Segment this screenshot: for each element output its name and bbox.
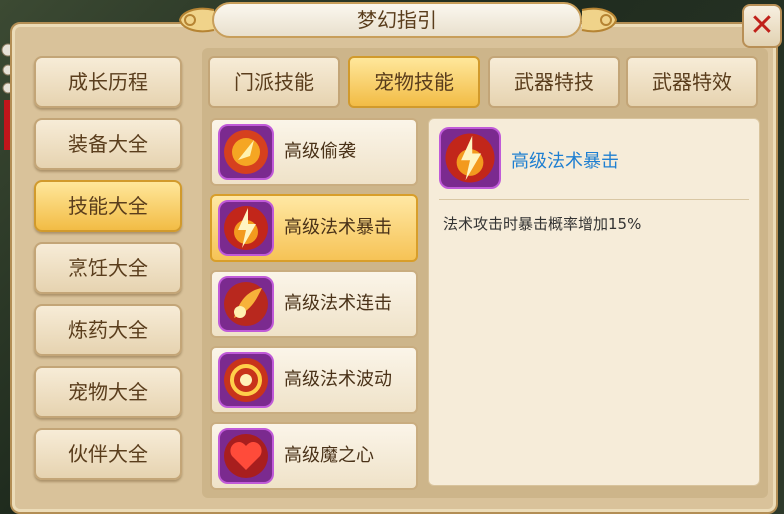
sidebar-item-skills[interactable]: 技能大全 <box>34 180 182 232</box>
sidebar-item-pets[interactable]: 宠物大全 <box>34 366 182 418</box>
divider <box>439 199 749 200</box>
spell-crit-icon <box>218 200 274 256</box>
skill-detail-panel: 高级法术暴击 法术攻击时暴击概率增加15% <box>428 118 760 486</box>
skill-name: 高级法术波动 <box>284 369 392 390</box>
tab-pet-skills[interactable]: 宠物技能 <box>348 56 480 108</box>
spell-wave-icon <box>218 352 274 408</box>
demon-heart-icon <box>218 428 274 484</box>
sidebar-item-growth[interactable]: 成长历程 <box>34 56 182 108</box>
sidebar-item-equipment[interactable]: 装备大全 <box>34 118 182 170</box>
skill-detail-title: 高级法术暴击 <box>511 151 619 172</box>
skill-item-spell-crit[interactable]: 高级法术暴击 <box>210 194 418 262</box>
sidebar-item-cooking[interactable]: 烹饪大全 <box>34 242 182 294</box>
skill-name: 高级法术连击 <box>284 293 392 314</box>
skill-list[interactable]: 高级偷袭 高级法术暴击 高级法术连击 高级法术波动 高级魔之心 <box>206 114 422 496</box>
scroll-left-ornament-icon <box>178 7 215 33</box>
tab-weapon-effects[interactable]: 武器特效 <box>626 56 758 108</box>
sneak-attack-icon <box>218 124 274 180</box>
sidebar: 成长历程 装备大全 技能大全 烹饪大全 炼药大全 宠物大全 伙伴大全 <box>24 44 194 504</box>
skill-name: 高级魔之心 <box>284 445 374 466</box>
skill-item-demon-heart[interactable]: 高级魔之心 <box>210 422 418 490</box>
spell-crit-icon <box>439 127 501 189</box>
skill-name: 高级偷袭 <box>284 141 356 162</box>
sidebar-item-alchemy[interactable]: 炼药大全 <box>34 304 182 356</box>
skill-detail-description: 法术攻击时暴击概率增加15% <box>443 215 642 233</box>
sidebar-item-partners[interactable]: 伙伴大全 <box>34 428 182 480</box>
skill-item-spell-wave[interactable]: 高级法术波动 <box>210 346 418 414</box>
skill-item-spell-combo[interactable]: 高级法术连击 <box>210 270 418 338</box>
skill-name: 高级法术暴击 <box>284 217 392 238</box>
skill-item-sneak-attack[interactable]: 高级偷袭 <box>210 118 418 186</box>
scroll-right-ornament-icon <box>581 7 618 33</box>
tab-weapon-techniques[interactable]: 武器特技 <box>488 56 620 108</box>
window-title: 梦幻指引 <box>212 2 582 38</box>
close-button[interactable]: ✕ <box>742 4 782 48</box>
spell-combo-icon <box>218 276 274 332</box>
tab-sect-skills[interactable]: 门派技能 <box>208 56 340 108</box>
